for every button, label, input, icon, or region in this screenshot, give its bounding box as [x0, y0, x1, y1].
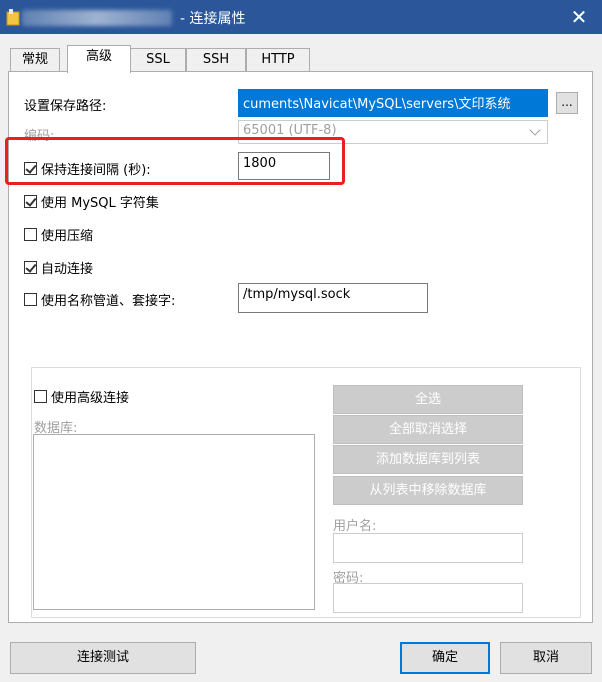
keepalive-input[interactable]: 1800	[238, 152, 330, 180]
password-input	[333, 583, 523, 613]
chevron-down-icon	[529, 124, 541, 136]
checkbox-unchecked-icon[interactable]	[24, 228, 37, 241]
test-connection-button[interactable]: 连接测试	[10, 642, 196, 674]
tab-http[interactable]: HTTP	[246, 48, 310, 71]
username-label: 用户名:	[333, 519, 377, 534]
keepalive-checkbox[interactable]: 保持连接间隔 (秒):	[24, 159, 151, 178]
named-pipe-label: 使用名称管道、套接字:	[41, 294, 176, 309]
settings-path-input[interactable]: cuments\Navicat\MySQL\servers\文印系统	[238, 89, 548, 117]
encoding-select: 65001 (UTF-8)	[238, 120, 548, 144]
checkbox-unchecked-icon[interactable]	[34, 390, 47, 403]
tab-ssh[interactable]: SSH	[186, 48, 246, 71]
auto-connect-label: 自动连接	[41, 262, 94, 277]
remove-database-button: 从列表中移除数据库	[333, 476, 523, 505]
blurred-connection-name	[22, 10, 172, 26]
socket-path-input[interactable]: /tmp/mysql.sock	[238, 283, 428, 313]
settings-path-label: 设置保存路径:	[24, 99, 107, 114]
auto-connect-checkbox[interactable]: 自动连接	[24, 258, 93, 277]
compression-label: 使用压缩	[41, 229, 94, 244]
encoding-label: 编码:	[24, 129, 55, 144]
advanced-connection-label: 使用高级连接	[51, 391, 130, 406]
tab-advanced[interactable]: 高级	[67, 45, 131, 73]
databases-listbox	[33, 434, 315, 610]
checkbox-checked-icon[interactable]	[24, 261, 37, 274]
named-pipe-checkbox[interactable]: 使用名称管道、套接字:	[24, 290, 175, 309]
window-title: - 连接属性	[180, 11, 246, 27]
cancel-button[interactable]: 取消	[500, 642, 592, 674]
mysql-charset-label: 使用 MySQL 字符集	[41, 196, 159, 211]
title-bar: - 连接属性 ✕	[0, 0, 602, 34]
encoding-value: 65001 (UTF-8)	[243, 123, 337, 138]
mysql-charset-checkbox[interactable]: 使用 MySQL 字符集	[24, 192, 159, 211]
advanced-connection-checkbox[interactable]: 使用高级连接	[34, 387, 129, 406]
checkbox-unchecked-icon[interactable]	[24, 293, 37, 306]
username-input	[333, 533, 523, 563]
checkbox-checked-icon[interactable]	[24, 195, 37, 208]
app-icon	[6, 9, 20, 26]
browse-button[interactable]: ...	[556, 92, 578, 114]
tab-ssl[interactable]: SSL	[130, 48, 186, 71]
deselect-all-button: 全部取消选择	[333, 415, 523, 444]
keepalive-label: 保持连接间隔 (秒):	[41, 163, 151, 178]
select-all-button: 全选	[333, 385, 523, 414]
close-button[interactable]: ✕	[556, 0, 602, 34]
compression-checkbox[interactable]: 使用压缩	[24, 225, 93, 244]
tab-general[interactable]: 常规	[10, 48, 60, 71]
checkbox-checked-icon[interactable]	[24, 162, 37, 175]
ok-button[interactable]: 确定	[400, 642, 490, 674]
add-database-button: 添加数据库到列表	[333, 445, 523, 474]
